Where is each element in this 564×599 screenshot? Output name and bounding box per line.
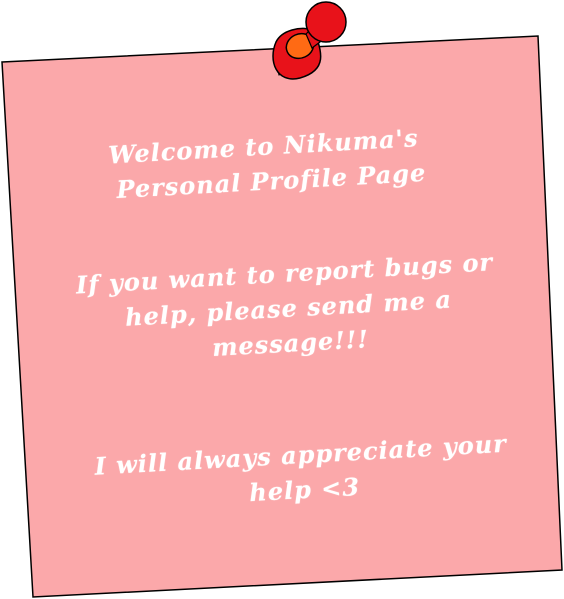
sticky-note-text: Welcome to Nikuma's Personal Profile Pag… xyxy=(0,0,564,599)
sticky-note-page: Welcome to Nikuma's Personal Profile Pag… xyxy=(0,0,564,599)
